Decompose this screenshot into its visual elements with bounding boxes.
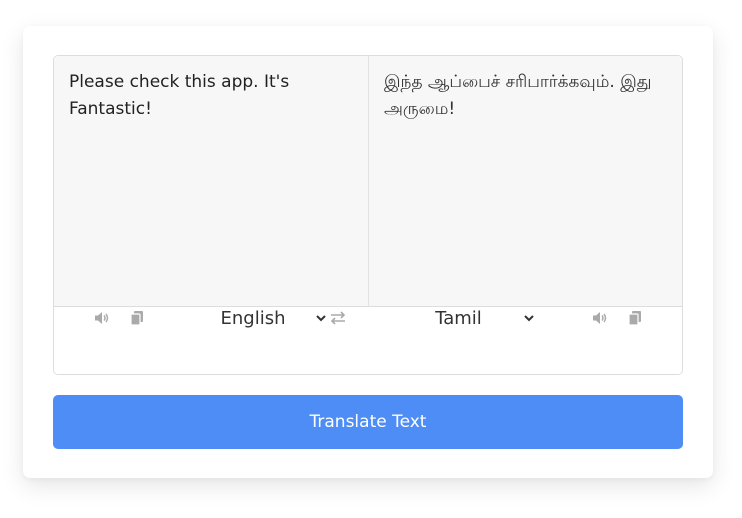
source-language-select[interactable]: English — [198, 302, 328, 334]
translate-button[interactable]: Translate Text — [53, 395, 683, 449]
source-copy-icon[interactable] — [128, 310, 146, 326]
source-language-label: English — [220, 307, 286, 329]
target-language-label: Tamil — [435, 307, 482, 329]
text-panels: Please check this app. It's Fantastic! இ… — [54, 56, 682, 307]
source-textarea[interactable]: Please check this app. It's Fantastic! — [54, 56, 369, 306]
translator-card: Please check this app. It's Fantastic! இ… — [23, 26, 713, 478]
chevron-down-icon — [316, 315, 326, 322]
target-language-select[interactable]: Tamil — [401, 302, 536, 334]
target-copy-icon[interactable] — [626, 310, 644, 326]
source-volume-icon[interactable] — [93, 310, 111, 326]
translator-wrapper: Please check this app. It's Fantastic! இ… — [53, 55, 683, 375]
target-textarea[interactable]: இந்த ஆப்பைச் சரிபார்க்கவும். இது அருமை! — [369, 56, 682, 306]
exchange-icon[interactable] — [328, 309, 348, 327]
controls-bar — [54, 307, 682, 374]
chevron-down-icon — [524, 315, 534, 322]
target-volume-icon[interactable] — [591, 310, 609, 326]
